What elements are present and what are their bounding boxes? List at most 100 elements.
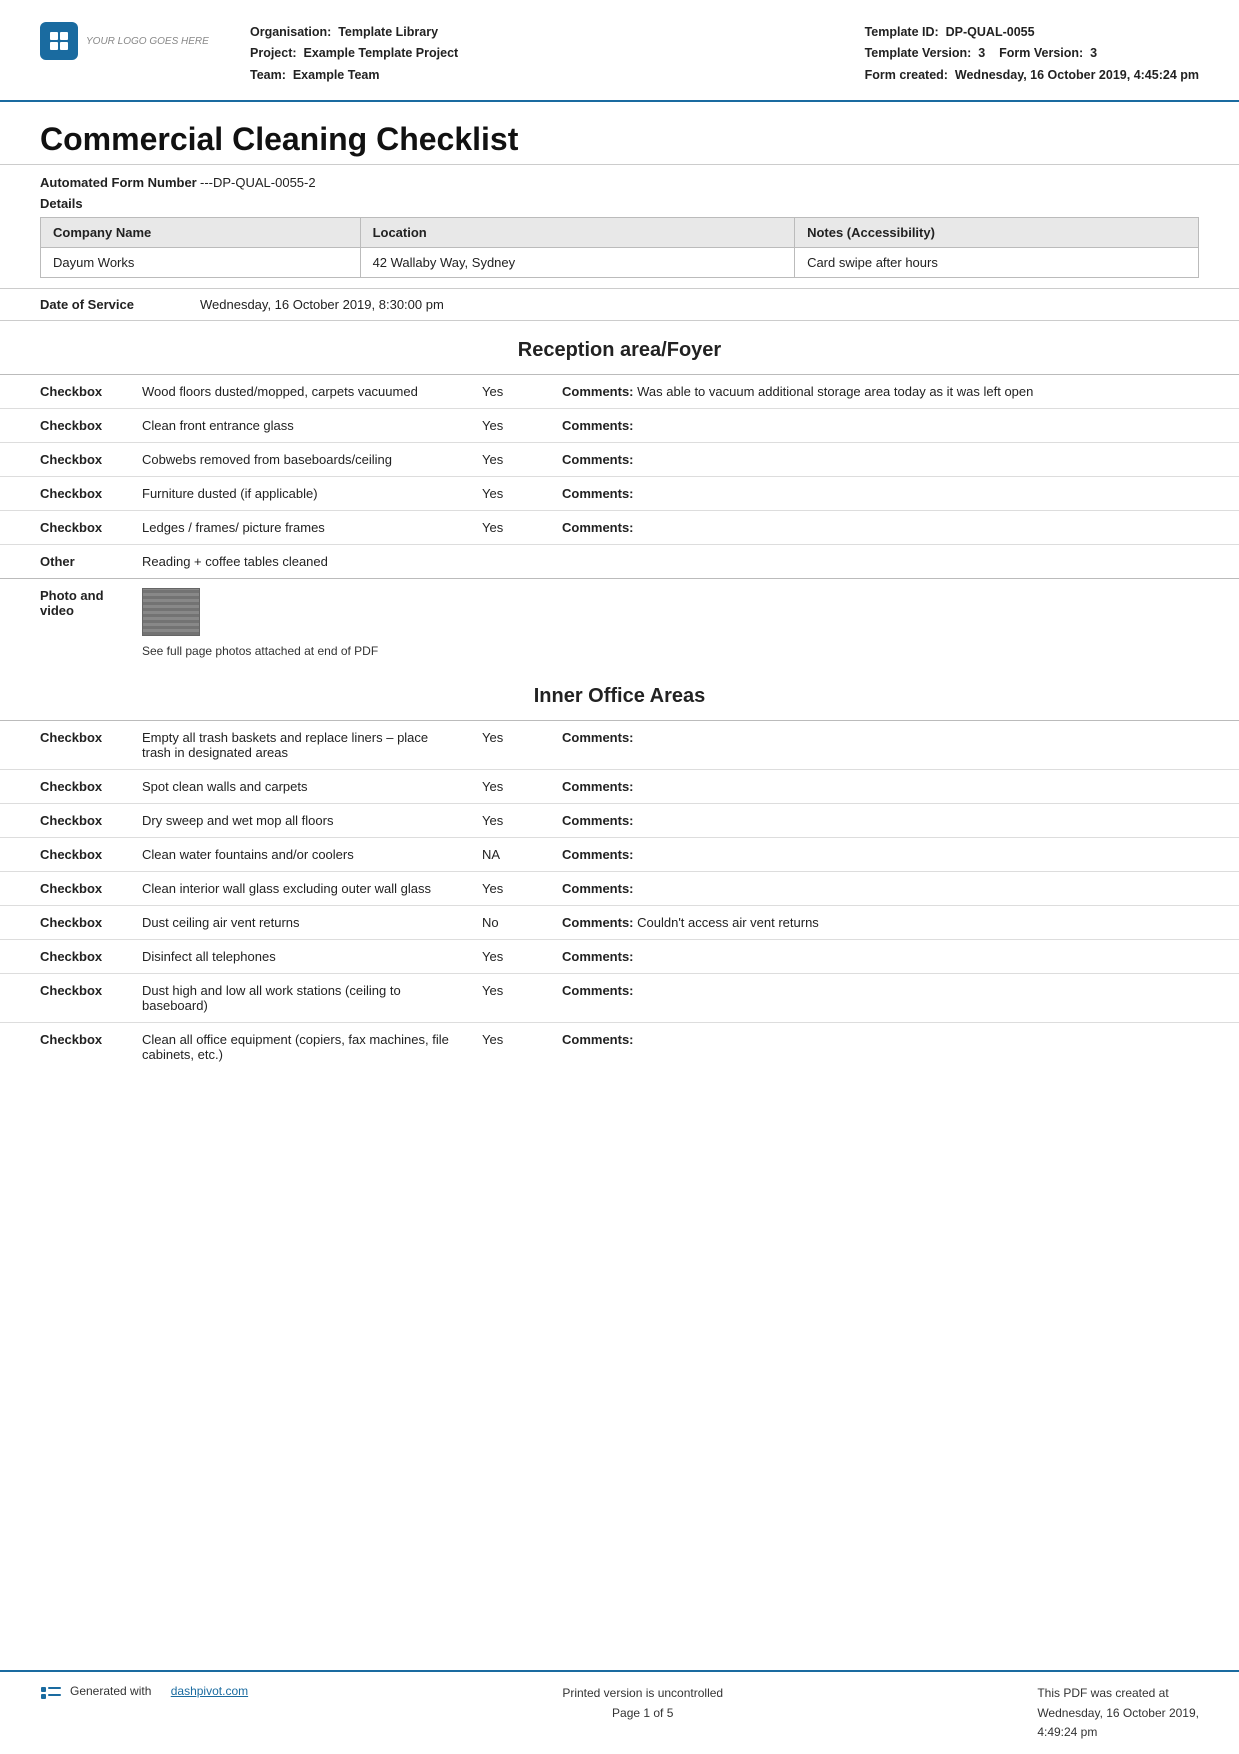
- company-name-cell: Dayum Works: [41, 248, 361, 278]
- item-comments: Comments:: [550, 721, 1239, 770]
- item-value: Yes: [470, 511, 550, 545]
- list-item: CheckboxDust high and low all work stati…: [0, 974, 1239, 1023]
- page-title: Commercial Cleaning Checklist: [40, 120, 1199, 158]
- item-comments: [550, 545, 1239, 579]
- item-comments: Comments:: [550, 872, 1239, 906]
- project-value: Example Template Project: [304, 46, 459, 60]
- project-label: Project:: [250, 46, 297, 60]
- photo-table: Photo and video See full page photos att…: [0, 578, 1239, 667]
- list-item: CheckboxEmpty all trash baskets and repl…: [0, 721, 1239, 770]
- form-created-row: Form created: Wednesday, 16 October 2019…: [865, 65, 1199, 86]
- details-table: Company Name Location Notes (Accessibili…: [40, 217, 1199, 278]
- item-task: Wood floors dusted/mopped, carpets vacuu…: [130, 375, 470, 409]
- version-row: Template Version: 3 Form Version: 3: [865, 43, 1199, 64]
- item-comments: Comments:: [550, 804, 1239, 838]
- list-item: CheckboxSpot clean walls and carpetsYesC…: [0, 770, 1239, 804]
- item-type: Checkbox: [0, 872, 130, 906]
- item-type: Checkbox: [0, 770, 130, 804]
- notes-cell: Card swipe after hours: [795, 248, 1199, 278]
- col-header-company: Company Name: [41, 218, 361, 248]
- photo-thumbnail: [142, 588, 200, 636]
- item-task: Dry sweep and wet mop all floors: [130, 804, 470, 838]
- item-value: Yes: [470, 974, 550, 1023]
- template-version-value: 3: [978, 46, 985, 60]
- list-item: CheckboxLedges / frames/ picture framesY…: [0, 511, 1239, 545]
- team-label: Team:: [250, 68, 286, 82]
- section-reception-title: Reception area/Foyer: [0, 321, 1239, 374]
- list-item: CheckboxClean water fountains and/or coo…: [0, 838, 1239, 872]
- item-value: Yes: [470, 770, 550, 804]
- spacer: [0, 1071, 1239, 1670]
- team-row: Team: Example Team: [250, 65, 865, 86]
- item-type: Checkbox: [0, 974, 130, 1023]
- item-type: Checkbox: [0, 838, 130, 872]
- form-number-value: ---DP-QUAL-0055-2: [200, 175, 316, 190]
- org-label: Organisation:: [250, 25, 331, 39]
- details-row: Dayum Works 42 Wallaby Way, Sydney Card …: [41, 248, 1199, 278]
- team-value: Example Team: [293, 68, 380, 82]
- template-version-label: Template Version:: [865, 46, 972, 60]
- title-section: Commercial Cleaning Checklist: [0, 102, 1239, 165]
- section-inner-office: Inner Office Areas CheckboxEmpty all tra…: [0, 667, 1239, 1071]
- footer-generated-text: Generated with: [70, 1684, 151, 1698]
- template-id-label: Template ID:: [865, 25, 939, 39]
- item-type: Checkbox: [0, 906, 130, 940]
- page: YOUR LOGO GOES HERE Organisation: Templa…: [0, 0, 1239, 1754]
- item-value: Yes: [470, 804, 550, 838]
- item-value: Yes: [470, 940, 550, 974]
- item-task: Ledges / frames/ picture frames: [130, 511, 470, 545]
- footer: Generated with dashpivot.com Printed ver…: [0, 1670, 1239, 1754]
- logo-svg: [48, 30, 70, 52]
- photo-caption: See full page photos attached at end of …: [142, 644, 378, 658]
- item-task: Empty all trash baskets and replace line…: [130, 721, 470, 770]
- item-task: Dust high and low all work stations (cei…: [130, 974, 470, 1023]
- item-comments: Comments:: [550, 838, 1239, 872]
- col-header-location: Location: [360, 218, 795, 248]
- item-type: Checkbox: [0, 477, 130, 511]
- footer-link[interactable]: dashpivot.com: [171, 1684, 248, 1698]
- footer-uncontrolled: Printed version is uncontrolled: [562, 1684, 723, 1703]
- item-task: Spot clean walls and carpets: [130, 770, 470, 804]
- item-type: Checkbox: [0, 940, 130, 974]
- footer-page: Page 1 of 5: [562, 1704, 723, 1723]
- item-value: Yes: [470, 375, 550, 409]
- item-task: Disinfect all telephones: [130, 940, 470, 974]
- item-type: Checkbox: [0, 443, 130, 477]
- list-item: CheckboxDry sweep and wet mop all floors…: [0, 804, 1239, 838]
- photo-row: Photo and video See full page photos att…: [0, 579, 1239, 668]
- logo-text: YOUR LOGO GOES HERE: [86, 35, 209, 48]
- item-task: Furniture dusted (if applicable): [130, 477, 470, 511]
- header-right: Template ID: DP-QUAL-0055 Template Versi…: [865, 22, 1199, 86]
- form-number-row: Automated Form Number ---DP-QUAL-0055-2: [40, 175, 1199, 190]
- footer-right: This PDF was created at Wednesday, 16 Oc…: [1037, 1684, 1199, 1742]
- project-row: Project: Example Template Project: [250, 43, 865, 64]
- item-comments: Comments:: [550, 770, 1239, 804]
- section-inner-office-title: Inner Office Areas: [0, 667, 1239, 720]
- list-item: CheckboxCobwebs removed from baseboards/…: [0, 443, 1239, 477]
- item-value: Yes: [470, 1023, 550, 1072]
- item-value: Yes: [470, 409, 550, 443]
- checklist-table-inner-office: CheckboxEmpty all trash baskets and repl…: [0, 720, 1239, 1071]
- item-value: Yes: [470, 872, 550, 906]
- item-comments: Comments: Couldn't access air vent retur…: [550, 906, 1239, 940]
- list-item: CheckboxDust ceiling air vent returnsNoC…: [0, 906, 1239, 940]
- photo-content: See full page photos attached at end of …: [130, 579, 1239, 668]
- date-row: Date of Service Wednesday, 16 October 20…: [0, 289, 1239, 321]
- footer-created-date: Wednesday, 16 October 2019,: [1037, 1704, 1199, 1723]
- item-type: Other: [0, 545, 130, 579]
- list-item: CheckboxDisinfect all telephonesYesComme…: [0, 940, 1239, 974]
- item-value: NA: [470, 838, 550, 872]
- list-item: CheckboxFurniture dusted (if applicable)…: [0, 477, 1239, 511]
- item-comments: Comments:: [550, 1023, 1239, 1072]
- item-value: No: [470, 906, 550, 940]
- item-type: Checkbox: [0, 804, 130, 838]
- footer-center: Printed version is uncontrolled Page 1 o…: [562, 1684, 723, 1722]
- item-type: Checkbox: [0, 409, 130, 443]
- form-version-value: 3: [1090, 46, 1097, 60]
- item-comments: Comments: Was able to vacuum additional …: [550, 375, 1239, 409]
- photo-label: Photo and video: [0, 579, 130, 668]
- form-created-label: Form created:: [865, 68, 948, 82]
- date-of-service-value: Wednesday, 16 October 2019, 8:30:00 pm: [200, 297, 444, 312]
- item-task: Reading + coffee tables cleaned: [130, 545, 470, 579]
- item-task: Clean front entrance glass: [130, 409, 470, 443]
